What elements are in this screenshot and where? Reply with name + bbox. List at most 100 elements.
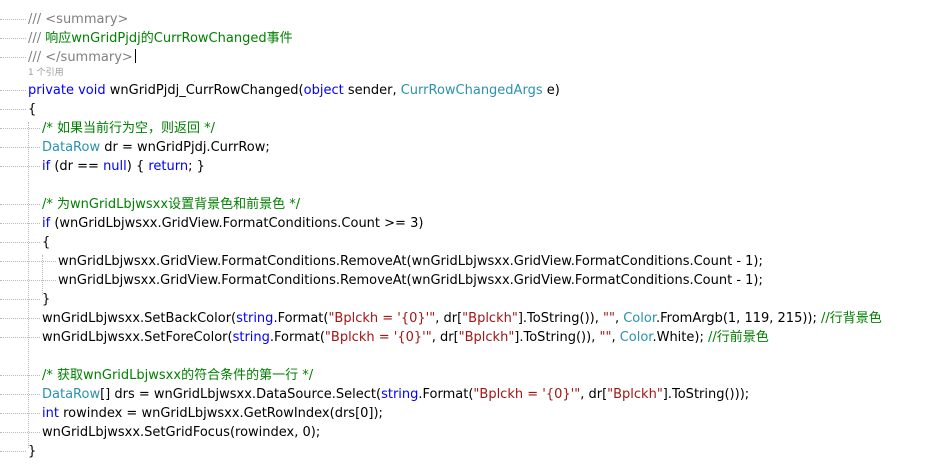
code-token: .FromArgb(1, 119, 215)); xyxy=(655,311,821,326)
code-line[interactable]: if (dr == null) { return; } xyxy=(42,157,205,176)
code-token: "Bplckh = '{0}'" xyxy=(328,311,436,326)
text-caret xyxy=(134,49,136,63)
code-line[interactable]: wnGridLbjwsxx.GridView.FormatConditions.… xyxy=(58,252,763,271)
code-token: //行背景色 xyxy=(821,311,882,326)
indent-guide-dots xyxy=(0,394,40,395)
indent-guide-dots xyxy=(0,299,40,300)
code-token: rowindex = wnGridLbjwsxx.GetRowIndex(drs… xyxy=(58,406,383,421)
code-token: ].ToString()), xyxy=(514,330,600,345)
code-token: "Bplckh = '{0}'" xyxy=(324,330,432,345)
code-token: .White); xyxy=(652,330,708,345)
block-brace-close[interactable]: } xyxy=(42,290,50,309)
indent-guide-dots xyxy=(0,451,26,452)
code-token: "Bplckh" xyxy=(462,311,518,326)
code-token: wnGridLbjwsxx.SetGridFocus(rowindex, 0); xyxy=(42,425,321,440)
code-token: object xyxy=(303,83,344,98)
code-token: wnGridPjdj_CurrRowChanged( xyxy=(105,83,304,98)
code-token: int xyxy=(42,406,59,421)
code-token: void xyxy=(78,83,106,98)
indent-guide-dots xyxy=(0,432,40,433)
code-token: wnGridLbjwsxx.GridView.FormatConditions.… xyxy=(58,273,763,288)
doc-summary-close[interactable]: /// </summary> xyxy=(28,48,136,67)
code-editor[interactable]: 1 个引用 /// <summary> /// 响应wnGridPjdj的Curr… xyxy=(0,0,933,467)
code-token: wnGridLbjwsxx.SetBackColor( xyxy=(42,311,237,326)
method-signature[interactable]: private void wnGridPjdj_CurrRowChanged(o… xyxy=(28,81,560,100)
indent-guide-dots xyxy=(0,38,26,39)
code-token: e) xyxy=(542,83,560,98)
code-token: , xyxy=(614,311,624,326)
code-token: , xyxy=(611,330,620,345)
block-brace-open[interactable]: { xyxy=(42,233,50,252)
code-token: .Format( xyxy=(269,330,325,345)
comment-line[interactable]: /* 为wnGridLbjwsxx设置背景色和前景色 */ xyxy=(42,195,300,214)
code-token: "Bplckh" xyxy=(458,330,515,345)
indent-guide-dots xyxy=(0,90,26,91)
code-line[interactable]: if (wnGridLbjwsxx.GridView.FormatConditi… xyxy=(42,214,423,233)
code-line[interactable]: wnGridLbjwsxx.SetGridFocus(rowindex, 0); xyxy=(42,423,320,442)
code-token: Color xyxy=(619,330,653,345)
code-line[interactable]: wnGridLbjwsxx.SetBackColor(string.Format… xyxy=(42,309,882,328)
doc-summary-open[interactable]: /// <summary> xyxy=(28,10,128,29)
code-token: } xyxy=(28,444,37,459)
comment-line[interactable]: /* 如果当前行为空，则返回 */ xyxy=(42,119,215,138)
code-token: dr = wnGridPjdj.CurrRow; xyxy=(100,140,270,155)
code-line[interactable]: int rowindex = wnGridLbjwsxx.GetRowIndex… xyxy=(42,404,383,423)
code-token: (wnGridLbjwsxx.GridView.FormatConditions… xyxy=(50,216,424,231)
code-token: 响应wnGridPjdj的CurrRowChanged事件 xyxy=(45,31,293,46)
code-token: private xyxy=(28,83,74,98)
indent-guide-dots xyxy=(0,413,40,414)
code-token: null xyxy=(103,159,127,174)
code-token: .Format( xyxy=(418,387,474,402)
code-line[interactable]: DataRow dr = wnGridPjdj.CurrRow; xyxy=(42,138,270,157)
code-token: "Bplckh" xyxy=(607,387,663,402)
code-token: /// <summary> xyxy=(28,12,129,27)
indent-guide-dots xyxy=(0,223,40,224)
code-token: sender, xyxy=(343,83,401,98)
code-token: //行前景色 xyxy=(707,330,769,345)
code-line[interactable]: wnGridLbjwsxx.GridView.FormatConditions.… xyxy=(58,271,763,290)
code-token: if xyxy=(42,159,51,174)
code-token: /* 如果当前行为空，则返回 */ xyxy=(42,121,216,136)
indent-guide-dots xyxy=(0,318,40,319)
indent-guide-dots xyxy=(0,128,40,129)
code-token: { xyxy=(42,235,51,250)
code-token: [] drs = wnGridLbjwsxx.DataSource.Select… xyxy=(100,387,382,402)
code-token: DataRow xyxy=(42,387,101,402)
code-token: return xyxy=(148,159,189,174)
code-token: Color xyxy=(623,311,656,326)
code-token: ].ToString()), xyxy=(517,311,603,326)
code-token: /* 获取wnGridLbjwsxx的符合条件的第一行 */ xyxy=(42,368,314,383)
code-token: CurrRowChangedArgs xyxy=(400,83,543,98)
code-line[interactable]: wnGridLbjwsxx.SetForeColor(string.Format… xyxy=(42,328,769,347)
indent-guide-dots xyxy=(0,204,40,205)
comment-line[interactable]: /* 获取wnGridLbjwsxx的符合条件的第一行 */ xyxy=(42,366,313,385)
indent-guide-dots xyxy=(0,242,40,243)
method-brace-close[interactable]: } xyxy=(28,442,36,461)
code-token: (dr == xyxy=(50,159,104,174)
code-token: "" xyxy=(603,311,615,326)
indent-guide-dots xyxy=(0,57,26,58)
code-token: /// </summary> xyxy=(28,50,133,65)
indent-guide-dots xyxy=(0,147,40,148)
indent-guide-dots xyxy=(0,337,40,338)
code-token: /// xyxy=(28,31,46,46)
code-token: "Bplckh = '{0}'" xyxy=(473,387,581,402)
code-token: DataRow xyxy=(42,140,101,155)
code-token: , dr[ xyxy=(580,387,608,402)
code-token: ) { xyxy=(126,159,149,174)
codelens-references[interactable]: 1 个引用 xyxy=(28,67,64,79)
code-token: ].ToString())); xyxy=(662,387,750,402)
code-token: { xyxy=(28,102,37,117)
doc-summary-text[interactable]: /// 响应wnGridPjdj的CurrRowChanged事件 xyxy=(28,29,293,48)
code-token: } xyxy=(42,292,51,307)
indent-guide-dots xyxy=(0,375,40,376)
code-token: .Format( xyxy=(273,311,329,326)
method-brace-open[interactable]: { xyxy=(28,100,36,119)
code-token: wnGridLbjwsxx.SetForeColor( xyxy=(42,330,233,345)
code-token: string xyxy=(232,330,270,345)
code-token: wnGridLbjwsxx.GridView.FormatConditions.… xyxy=(58,254,763,269)
indent-guide-dots xyxy=(0,19,26,20)
code-line[interactable]: DataRow[] drs = wnGridLbjwsxx.DataSource… xyxy=(42,385,749,404)
code-token: /* 为wnGridLbjwsxx设置背景色和前景色 */ xyxy=(42,197,301,212)
indent-guide-dots xyxy=(0,261,56,262)
